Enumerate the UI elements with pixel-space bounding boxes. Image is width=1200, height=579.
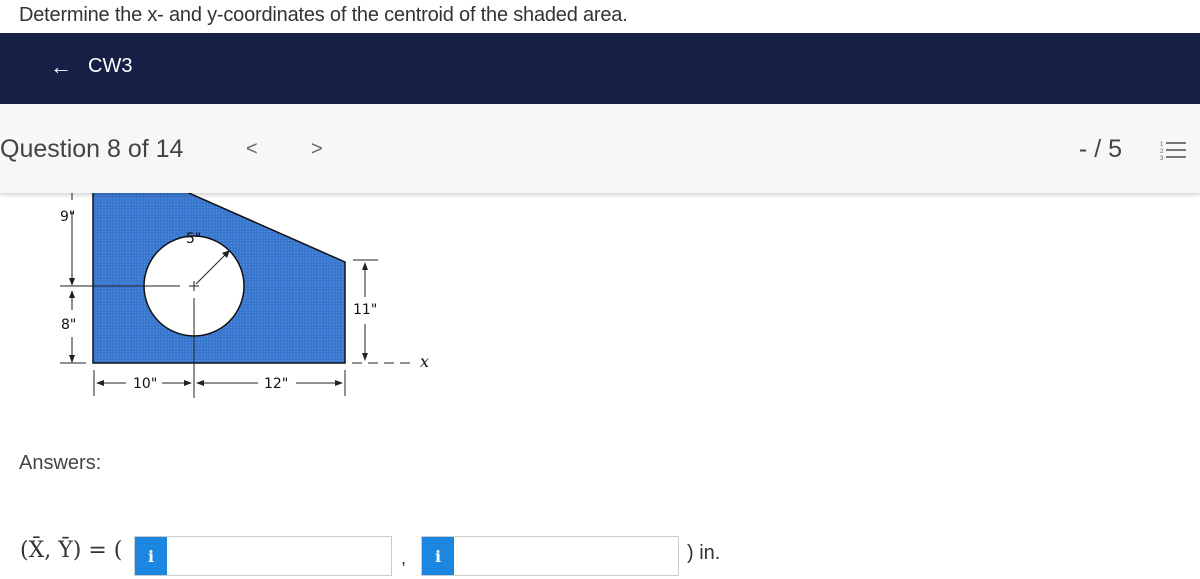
question-bar: Question 8 of 14 < > - / 5 1 2 3 xyxy=(0,104,1200,193)
y-centroid-input[interactable] xyxy=(454,537,678,575)
previous-question-button[interactable]: < xyxy=(246,138,258,161)
dim-label-12: 12" xyxy=(264,376,288,392)
next-question-button[interactable]: > xyxy=(311,138,323,161)
unit-label: ) in. xyxy=(687,542,721,564)
dim-label-10: 10" xyxy=(133,376,157,392)
numbered-list-icon[interactable]: 1 2 3 xyxy=(1160,140,1186,160)
svg-text:1: 1 xyxy=(1160,142,1164,148)
dim-label-8: 8" xyxy=(61,317,76,333)
svg-text:3: 3 xyxy=(1160,156,1164,160)
assignment-name: CW3 xyxy=(88,55,133,77)
dim-label-radius: 5" xyxy=(186,231,201,247)
shaded-area-figure: 5" 9" 8" 10" 12" 11" x xyxy=(60,189,429,398)
dim-label-11: 11" xyxy=(353,302,377,318)
x-centroid-input[interactable] xyxy=(167,537,391,575)
question-counter: Question 8 of 14 xyxy=(0,135,184,163)
score-display: - / 5 xyxy=(1078,135,1122,163)
info-icon[interactable]: i xyxy=(135,537,167,575)
coordinate-separator: , xyxy=(401,548,407,568)
problem-prompt: Determine the x- and y-coordinates of th… xyxy=(19,4,628,26)
back-to-assignment-link[interactable]: ← CW3 xyxy=(50,55,132,78)
dim-label-9: 9" xyxy=(60,209,75,225)
info-icon[interactable]: i xyxy=(422,537,454,575)
top-navigation-bar: ← CW3 xyxy=(0,33,1200,104)
answers-heading: Answers: xyxy=(19,452,102,474)
arrow-left-icon: ← xyxy=(50,53,72,79)
centroid-equation-label: (X̄, Ȳ) = ( xyxy=(20,538,123,563)
y-centroid-field: i xyxy=(421,536,679,576)
x-centroid-field: i xyxy=(134,536,392,576)
x-axis-label: x xyxy=(420,352,429,371)
svg-text:2: 2 xyxy=(1160,149,1164,155)
